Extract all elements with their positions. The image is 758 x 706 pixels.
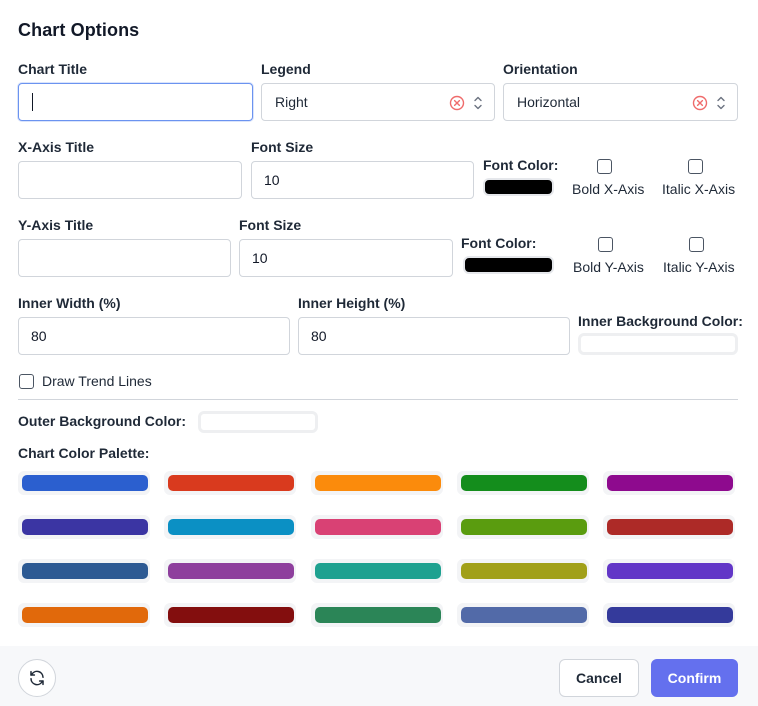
palette-color-fill xyxy=(607,563,733,579)
orientation-select[interactable]: Horizontal xyxy=(503,83,738,121)
trend-lines-checkbox[interactable] xyxy=(19,374,34,389)
divider xyxy=(18,399,738,400)
palette-color-fill xyxy=(461,475,587,491)
inner-height-input[interactable]: 80 xyxy=(298,317,570,355)
palette-color-swatch[interactable] xyxy=(164,515,296,539)
palette-color-fill xyxy=(607,519,733,535)
palette-color-fill xyxy=(22,607,148,623)
x-font-color-swatch[interactable] xyxy=(483,178,554,196)
palette-color-swatch[interactable] xyxy=(164,559,296,583)
palette-color-swatch[interactable] xyxy=(164,471,296,495)
palette-color-fill xyxy=(461,519,587,535)
clear-icon[interactable] xyxy=(692,95,708,111)
inner-height-value: 80 xyxy=(311,328,327,344)
bold-x-axis-checkbox[interactable] xyxy=(597,159,612,174)
inner-bg-color-swatch[interactable] xyxy=(578,333,738,355)
inner-width-input[interactable]: 80 xyxy=(18,317,290,355)
palette-color-swatch[interactable] xyxy=(457,559,589,583)
dialog-title: Chart Options xyxy=(18,20,140,40)
y-font-size-input[interactable]: 10 xyxy=(239,239,453,277)
refresh-icon xyxy=(30,670,44,686)
dialog-footer xyxy=(0,646,758,706)
inner-width-label: Inner Width (%) xyxy=(18,295,121,311)
italic-y-axis-checkbox[interactable] xyxy=(689,237,704,252)
x-font-color-label: Font Color: xyxy=(483,157,559,173)
palette-color-fill xyxy=(607,475,733,491)
palette-color-fill xyxy=(461,607,587,623)
reset-button[interactable] xyxy=(18,659,56,697)
x-font-size-label: Font Size xyxy=(251,139,314,155)
inner-height-label: Inner Height (%) xyxy=(298,295,406,311)
text-caret xyxy=(32,93,33,111)
palette-color-swatch[interactable] xyxy=(457,471,589,495)
palette-color-fill xyxy=(22,563,148,579)
orientation-value: Horizontal xyxy=(517,94,581,110)
palette-color-swatch[interactable] xyxy=(18,603,150,627)
x-axis-title-label: X-Axis Title xyxy=(18,139,94,155)
palette-color-fill xyxy=(315,475,441,491)
palette-color-swatch[interactable] xyxy=(311,559,443,583)
palette-color-swatch[interactable] xyxy=(311,515,443,539)
outer-bg-label: Outer Background Color: xyxy=(18,413,187,429)
outer-bg-color-swatch[interactable] xyxy=(198,411,318,433)
y-font-size-label: Font Size xyxy=(239,217,302,233)
x-font-size-input[interactable]: 10 xyxy=(251,161,474,199)
orientation-label: Orientation xyxy=(503,61,578,77)
palette-color-fill xyxy=(315,563,441,579)
palette-color-swatch[interactable] xyxy=(164,603,296,627)
chevron-up-down-icon xyxy=(717,96,725,110)
palette-color-swatch[interactable] xyxy=(603,559,735,583)
inner-width-value: 80 xyxy=(31,328,47,344)
legend-label: Legend xyxy=(261,61,311,77)
y-font-color-label: Font Color: xyxy=(461,235,537,251)
cancel-button[interactable]: Cancel xyxy=(559,659,639,697)
confirm-button[interactable]: Confirm xyxy=(651,659,738,697)
palette-color-swatch[interactable] xyxy=(18,515,150,539)
palette-color-swatch[interactable] xyxy=(311,471,443,495)
palette-color-swatch[interactable] xyxy=(457,515,589,539)
palette-color-fill xyxy=(315,607,441,623)
palette-color-fill xyxy=(168,519,294,535)
y-axis-title-label: Y-Axis Title xyxy=(18,217,94,233)
palette-color-fill xyxy=(168,563,294,579)
x-font-size-value: 10 xyxy=(264,172,280,188)
clear-icon[interactable] xyxy=(449,95,465,111)
palette-color-swatch[interactable] xyxy=(603,515,735,539)
italic-x-axis-label: Italic X-Axis xyxy=(662,181,736,197)
palette-color-fill xyxy=(461,563,587,579)
palette-color-swatch[interactable] xyxy=(311,603,443,627)
palette-label: Chart Color Palette: xyxy=(18,445,150,461)
palette-color-fill xyxy=(315,519,441,535)
chevron-up-down-icon xyxy=(474,96,482,110)
y-font-color-swatch[interactable] xyxy=(463,256,554,274)
palette-color-swatch[interactable] xyxy=(18,559,150,583)
palette-color-swatch[interactable] xyxy=(457,603,589,627)
x-axis-title-input[interactable] xyxy=(18,161,242,199)
palette-color-swatch[interactable] xyxy=(603,471,735,495)
bold-y-axis-checkbox[interactable] xyxy=(598,237,613,252)
chart-title-input[interactable] xyxy=(18,83,253,121)
legend-select[interactable]: Right xyxy=(261,83,495,121)
italic-y-axis-label: Italic Y-Axis xyxy=(663,259,735,275)
palette-color-swatch[interactable] xyxy=(18,471,150,495)
y-axis-title-input[interactable] xyxy=(18,239,231,277)
legend-value: Right xyxy=(275,94,308,110)
bold-y-axis-label: Bold Y-Axis xyxy=(573,259,644,275)
y-font-size-value: 10 xyxy=(252,250,268,266)
chart-title-label: Chart Title xyxy=(18,61,87,77)
palette-color-fill xyxy=(22,475,148,491)
trend-lines-label: Draw Trend Lines xyxy=(42,373,152,389)
italic-x-axis-checkbox[interactable] xyxy=(688,159,703,174)
bold-x-axis-label: Bold X-Axis xyxy=(572,181,645,197)
palette-color-fill xyxy=(607,607,733,623)
palette-color-fill xyxy=(168,607,294,623)
palette-color-swatch[interactable] xyxy=(603,603,735,627)
inner-bg-label: Inner Background Color: xyxy=(578,313,743,329)
palette-color-fill xyxy=(22,519,148,535)
palette-color-fill xyxy=(168,475,294,491)
